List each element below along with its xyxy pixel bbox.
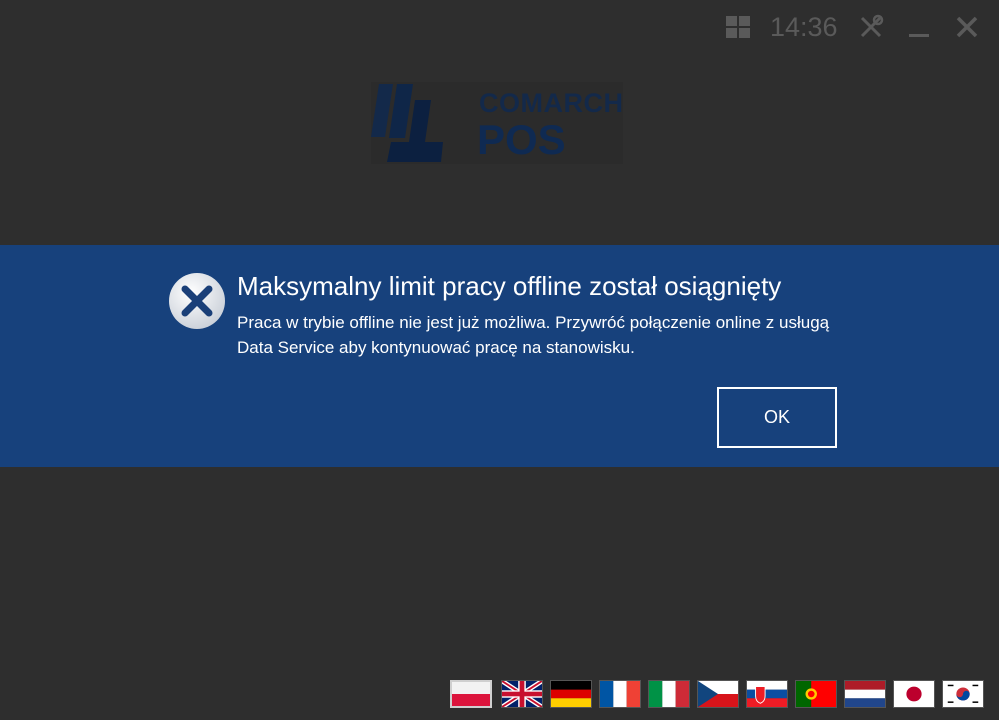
flag-poland-icon[interactable]	[450, 680, 492, 708]
clock: 14:36	[770, 12, 838, 42]
logo-brand-text: COMARCH	[479, 88, 624, 118]
flag-czech-republic-icon[interactable]	[697, 680, 739, 708]
error-dialog: Maksymalny limit pracy offline został os…	[0, 245, 999, 467]
ok-button[interactable]: OK	[717, 387, 837, 448]
logo-product-text: POS	[477, 116, 566, 163]
dialog-title: Maksymalny limit pracy offline został os…	[237, 271, 782, 301]
minimize-icon[interactable]	[906, 14, 932, 40]
flag-portugal-icon[interactable]	[795, 680, 837, 708]
flag-italy-icon[interactable]	[648, 680, 690, 708]
flag-japan-icon[interactable]	[893, 680, 935, 708]
tools-icon[interactable]	[858, 14, 884, 40]
dialog-message: Praca w trybie offline nie jest już możl…	[237, 313, 830, 357]
flag-united-kingdom-icon[interactable]	[501, 680, 543, 708]
windows-icon[interactable]	[726, 16, 750, 38]
flag-germany-icon[interactable]	[550, 680, 592, 708]
app-window: 14:36 COMARCH POS Maksymalny limit pracy…	[0, 0, 999, 720]
flag-netherlands-icon[interactable]	[844, 680, 886, 708]
close-icon[interactable]	[954, 14, 980, 40]
flag-slovakia-icon[interactable]	[746, 680, 788, 708]
flag-france-icon[interactable]	[599, 680, 641, 708]
flag-south-korea-icon[interactable]	[942, 680, 984, 708]
error-x-icon	[168, 272, 226, 330]
comarch-pos-logo: COMARCH POS	[371, 82, 623, 164]
